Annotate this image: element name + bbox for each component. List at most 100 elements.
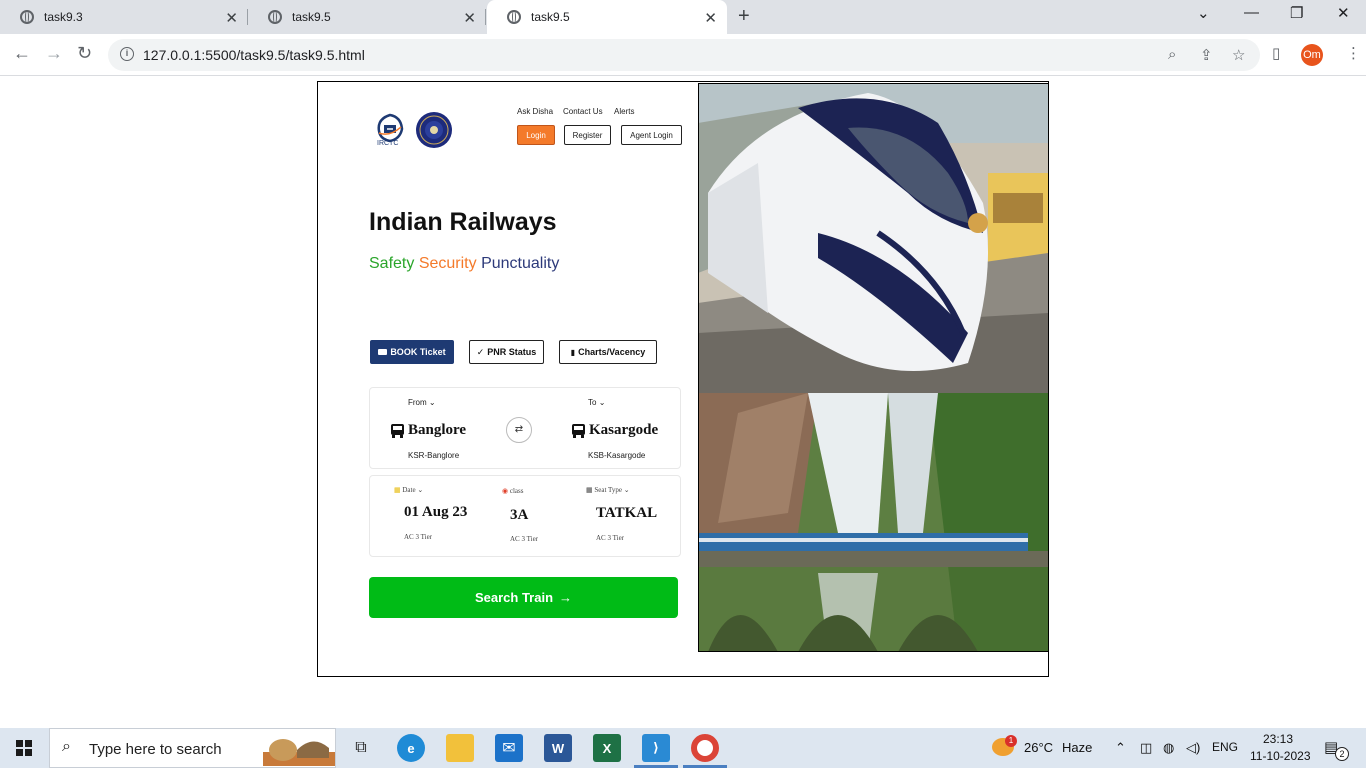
train-photo [698, 83, 1048, 393]
page-title: Indian Railways [369, 208, 557, 236]
date-selector[interactable]: ▦ Date ⌄ [394, 486, 423, 494]
weather-badge: 1 [1005, 735, 1017, 747]
tab-close-icon[interactable]: ✕ [463, 9, 476, 27]
search-train-button[interactable]: Search Train → [369, 577, 678, 618]
notification-count: 2 [1335, 747, 1349, 761]
share-icon[interactable]: ⇪ [1200, 46, 1213, 64]
zoom-icon[interactable]: ⌕ [1168, 46, 1176, 63]
to-city-name: Kasargode [589, 422, 659, 438]
from-city-name: Banglore [408, 422, 467, 438]
class-value[interactable]: 3A [510, 507, 528, 524]
edge-icon[interactable]: e [397, 734, 425, 762]
date-value[interactable]: 01 Aug 23 [404, 504, 467, 521]
mail-icon[interactable]: ✉ [495, 734, 523, 762]
bus-icon [572, 423, 585, 438]
browser-tabbar: task9.3 ✕ task9.5 ✕ task9.5 ✕ + ⌄ — ❐ ✕ [0, 0, 1366, 34]
seat-type-value[interactable]: TATKAL [596, 505, 657, 522]
bookmark-star-icon[interactable]: ☆ [1232, 46, 1245, 64]
contact-us-link[interactable]: Contact Us [563, 107, 603, 116]
globe-icon [20, 10, 34, 24]
browser-tab-3[interactable]: task9.5 ✕ [487, 0, 727, 34]
search-train-label: Search Train [474, 590, 554, 605]
pnr-status-label: PNR Status [487, 347, 537, 357]
new-tab-icon[interactable]: + [738, 5, 750, 28]
tagline-punctuality: Punctuality [481, 255, 560, 272]
volume-icon[interactable]: ◁) [1186, 740, 1200, 756]
weather-temp[interactable]: 26°C [1024, 740, 1053, 755]
word-icon[interactable]: W [544, 734, 572, 762]
bar-chart-icon: ▮ [570, 347, 576, 357]
clock-date[interactable]: 11-10-2023 [1250, 749, 1311, 763]
file-explorer-icon[interactable] [446, 734, 474, 762]
tab-search-icon[interactable]: ⌄ [1197, 4, 1210, 22]
from-city[interactable]: Banglore [390, 422, 466, 439]
book-ticket-button[interactable]: BOOK Ticket [370, 340, 454, 364]
chrome-icon[interactable] [691, 734, 719, 762]
agent-login-button[interactable]: Agent Login [621, 125, 682, 145]
weather-desc[interactable]: Haze [1062, 740, 1092, 755]
bus-icon [391, 423, 404, 438]
waterfall-photo [698, 393, 1048, 652]
tagline-security: Security [418, 255, 477, 272]
task-view-icon[interactable]: ⧉ [347, 734, 375, 762]
irctc-logo[interactable]: IRCTC [373, 111, 407, 149]
forward-icon[interactable]: → [45, 43, 63, 64]
indian-railways-emblem[interactable] [415, 111, 453, 149]
site-info-icon[interactable]: i [120, 47, 134, 61]
globe-icon [507, 10, 521, 24]
language-indicator[interactable]: ENG [1212, 740, 1238, 754]
class-selector[interactable]: ◉ class [502, 487, 523, 495]
windows-taskbar: ⌕ Type here to search ⧉ e ✉ W X ⟩ 1 26°C… [0, 728, 1366, 768]
to-selector[interactable]: To ⌄ [588, 398, 605, 407]
ticket-icon [378, 349, 388, 355]
browser-tab-2[interactable]: task9.5 ✕ [248, 0, 486, 34]
calendar-icon: ▦ [394, 486, 401, 494]
tab-close-icon[interactable]: ✕ [225, 9, 238, 27]
reload-icon[interactable]: ↻ [77, 43, 92, 64]
profile-avatar[interactable]: Om [1301, 44, 1323, 66]
alerts-link[interactable]: Alerts [614, 107, 634, 116]
browser-toolbar: ← → ↻ i 127.0.0.1:5500/task9.5/task9.5.h… [0, 34, 1366, 76]
register-button[interactable]: Register [564, 125, 611, 145]
restore-icon[interactable]: ❐ [1290, 4, 1303, 22]
to-city[interactable]: Kasargode [571, 422, 658, 439]
address-bar[interactable]: i 127.0.0.1:5500/task9.5/task9.5.html ⌕ … [108, 39, 1260, 71]
class-subtext: AC 3 Tier [510, 535, 539, 543]
windows-start-icon[interactable] [16, 740, 32, 756]
to-label: To [588, 398, 597, 407]
url-text[interactable]: 127.0.0.1:5500/task9.5/task9.5.html [143, 47, 365, 63]
pnr-status-button[interactable]: ✓ PNR Status [469, 340, 544, 364]
tab-close-icon[interactable]: ✕ [704, 9, 717, 27]
to-station-code: KSB-Kasargode [588, 451, 646, 460]
chevron-down-icon: ⌄ [428, 398, 436, 407]
seat-type-subtext: AC 3 Tier [596, 534, 625, 542]
irctc-logo-text: IRCTC [377, 140, 399, 147]
seat-type-label: Seat Type [594, 486, 622, 494]
seat-type-selector[interactable]: ▦ Seat Type ⌄ [586, 486, 630, 494]
from-selector[interactable]: From ⌄ [408, 398, 436, 407]
window-close-icon[interactable]: ✕ [1337, 4, 1350, 22]
side-panel-icon[interactable]: ▯ [1272, 44, 1280, 62]
chevron-up-icon[interactable]: ⌃ [1115, 740, 1126, 756]
clock-time[interactable]: 23:13 [1263, 732, 1293, 746]
vscode-icon[interactable]: ⟩ [642, 734, 670, 762]
back-icon[interactable]: ← [13, 43, 31, 64]
network-icon[interactable]: ◍ [1163, 740, 1174, 756]
login-button[interactable]: Login [517, 125, 555, 145]
tagline: Safety Security Punctuality [369, 255, 559, 273]
menu-icon[interactable]: ⋮ [1346, 44, 1361, 62]
date-subtext: AC 3 Tier [404, 533, 433, 541]
charts-vacancy-button[interactable]: ▮ Charts/Vacency [559, 340, 657, 364]
minimize-icon[interactable]: — [1244, 4, 1259, 21]
swap-stations-icon[interactable]: ⇄ [506, 417, 532, 443]
ask-disha-link[interactable]: Ask Disha [517, 107, 553, 116]
browser-tab-1[interactable]: task9.3 ✕ [0, 0, 248, 34]
meet-now-icon[interactable]: ◫ [1140, 740, 1152, 756]
class-label: class [509, 487, 524, 495]
excel-icon[interactable]: X [593, 734, 621, 762]
tab-title: task9.5 [531, 10, 570, 24]
check-icon: ✓ [476, 346, 485, 357]
seat-grid-icon: ▦ [586, 486, 593, 494]
taskbar-search-box[interactable]: ⌕ Type here to search [49, 728, 336, 768]
tab-title: task9.5 [292, 10, 331, 24]
